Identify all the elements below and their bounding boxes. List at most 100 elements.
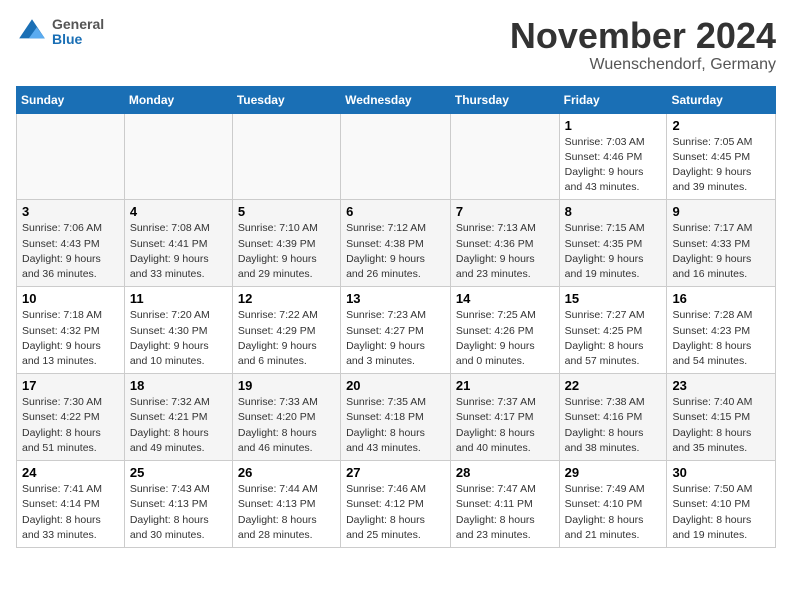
day-info: Sunrise: 7:25 AMSunset: 4:26 PMDaylight:… — [456, 308, 554, 369]
calendar-cell: 13 Sunrise: 7:23 AMSunset: 4:27 PMDayligh… — [341, 287, 451, 374]
day-number: 6 — [346, 204, 445, 219]
day-info: Sunrise: 7:46 AMSunset: 4:12 PMDaylight:… — [346, 482, 445, 543]
calendar-cell: 24Sunrise: 7:41 AMSunset: 4:14 PMDayligh… — [17, 461, 125, 548]
day-info: Sunrise: 7:33 AMSunset: 4:20 PMDaylight:… — [238, 395, 335, 456]
calendar-week-row: 3Sunrise: 7:06 AMSunset: 4:43 PMDaylight… — [17, 200, 776, 287]
day-info: Sunrise: 7:05 AMSunset: 4:45 PMDaylight:… — [672, 135, 770, 196]
day-number: 26 — [238, 465, 335, 480]
weekday-header: Tuesday — [232, 86, 340, 113]
day-info: Sunrise: 7:10 AMSunset: 4:39 PMDaylight:… — [238, 221, 335, 282]
day-info: Sunrise: 7:15 AMSunset: 4:35 PMDaylight:… — [565, 221, 662, 282]
calendar-cell: 30Sunrise: 7:50 AMSunset: 4:10 PMDayligh… — [667, 461, 776, 548]
weekday-header: Friday — [559, 86, 667, 113]
day-info: Sunrise: 7:13 AMSunset: 4:36 PMDaylight:… — [456, 221, 554, 282]
day-number: 13 — [346, 291, 445, 306]
calendar-cell: 8Sunrise: 7:15 AMSunset: 4:35 PMDaylight… — [559, 200, 667, 287]
weekday-header: Thursday — [450, 86, 559, 113]
calendar-cell: 12 Sunrise: 7:22 AMSunset: 4:29 PMDayligh… — [232, 287, 340, 374]
calendar-cell: 2 Sunrise: 7:05 AMSunset: 4:45 PMDaylight… — [667, 113, 776, 200]
day-number: 11 — [130, 291, 227, 306]
calendar-body: 1Sunrise: 7:03 AMSunset: 4:46 PMDaylight… — [17, 113, 776, 547]
weekday-header: Wednesday — [341, 86, 451, 113]
day-number: 20 — [346, 378, 445, 393]
calendar-cell: 3Sunrise: 7:06 AMSunset: 4:43 PMDaylight… — [17, 200, 125, 287]
day-info: Sunrise: 7:20 AMSunset: 4:30 PMDaylight:… — [130, 308, 227, 369]
calendar-cell: 26 Sunrise: 7:44 AMSunset: 4:13 PMDayligh… — [232, 461, 340, 548]
day-number: 2 — [672, 118, 770, 133]
calendar-cell: 21 Sunrise: 7:37 AMSunset: 4:17 PMDayligh… — [450, 374, 559, 461]
calendar-cell: 5 Sunrise: 7:10 AMSunset: 4:39 PMDaylight… — [232, 200, 340, 287]
day-number: 7 — [456, 204, 554, 219]
calendar-table: SundayMondayTuesdayWednesdayThursdayFrid… — [16, 86, 776, 548]
calendar-cell — [450, 113, 559, 200]
calendar-week-row: 1Sunrise: 7:03 AMSunset: 4:46 PMDaylight… — [17, 113, 776, 200]
weekday-header: Saturday — [667, 86, 776, 113]
day-number: 5 — [238, 204, 335, 219]
weekday-header: Monday — [124, 86, 232, 113]
day-info: Sunrise: 7:44 AMSunset: 4:13 PMDaylight:… — [238, 482, 335, 543]
calendar-cell — [341, 113, 451, 200]
day-info: Sunrise: 7:32 AMSunset: 4:21 PMDaylight:… — [130, 395, 227, 456]
day-number: 23 — [672, 378, 770, 393]
day-number: 29 — [565, 465, 662, 480]
day-info: Sunrise: 7:18 AMSunset: 4:32 PMDaylight:… — [22, 308, 119, 369]
page-header: General Blue November 2024 Wuenschendorf… — [16, 16, 776, 74]
calendar-cell: 20Sunrise: 7:35 AMSunset: 4:18 PMDayligh… — [341, 374, 451, 461]
day-info: Sunrise: 7:37 AMSunset: 4:17 PMDaylight:… — [456, 395, 554, 456]
calendar-cell: 23 Sunrise: 7:40 AMSunset: 4:15 PMDayligh… — [667, 374, 776, 461]
calendar-cell: 29Sunrise: 7:49 AMSunset: 4:10 PMDayligh… — [559, 461, 667, 548]
calendar-week-row: 24Sunrise: 7:41 AMSunset: 4:14 PMDayligh… — [17, 461, 776, 548]
weekday-header: Sunday — [17, 86, 125, 113]
calendar-cell: 18 Sunrise: 7:32 AMSunset: 4:21 PMDayligh… — [124, 374, 232, 461]
month-title: November 2024 — [510, 16, 776, 56]
calendar-cell: 22Sunrise: 7:38 AMSunset: 4:16 PMDayligh… — [559, 374, 667, 461]
day-info: Sunrise: 7:30 AMSunset: 4:22 PMDaylight:… — [22, 395, 119, 456]
day-number: 15 — [565, 291, 662, 306]
calendar-cell: 15Sunrise: 7:27 AMSunset: 4:25 PMDayligh… — [559, 287, 667, 374]
day-number: 19 — [238, 378, 335, 393]
day-info: Sunrise: 7:22 AMSunset: 4:29 PMDaylight:… — [238, 308, 335, 369]
logo-icon — [16, 16, 48, 48]
day-info: Sunrise: 7:28 AMSunset: 4:23 PMDaylight:… — [672, 308, 770, 369]
calendar-cell: 17 Sunrise: 7:30 AMSunset: 4:22 PMDayligh… — [17, 374, 125, 461]
calendar-cell: 16 Sunrise: 7:28 AMSunset: 4:23 PMDayligh… — [667, 287, 776, 374]
logo: General Blue — [16, 16, 104, 48]
calendar-cell: 14Sunrise: 7:25 AMSunset: 4:26 PMDayligh… — [450, 287, 559, 374]
calendar-cell: 10 Sunrise: 7:18 AMSunset: 4:32 PMDayligh… — [17, 287, 125, 374]
day-number: 28 — [456, 465, 554, 480]
day-info: Sunrise: 7:23 AMSunset: 4:27 PMDaylight:… — [346, 308, 445, 369]
day-number: 27 — [346, 465, 445, 480]
calendar-cell: 11 Sunrise: 7:20 AMSunset: 4:30 PMDayligh… — [124, 287, 232, 374]
day-info: Sunrise: 7:17 AMSunset: 4:33 PMDaylight:… — [672, 221, 770, 282]
day-info: Sunrise: 7:03 AMSunset: 4:46 PMDaylight:… — [565, 135, 662, 196]
day-number: 25 — [130, 465, 227, 480]
location: Wuenschendorf, Germany — [510, 56, 776, 74]
day-info: Sunrise: 7:40 AMSunset: 4:15 PMDaylight:… — [672, 395, 770, 456]
logo-line1: General — [52, 17, 104, 32]
day-number: 24 — [22, 465, 119, 480]
calendar-cell: 1Sunrise: 7:03 AMSunset: 4:46 PMDaylight… — [559, 113, 667, 200]
calendar-cell: 27 Sunrise: 7:46 AMSunset: 4:12 PMDayligh… — [341, 461, 451, 548]
calendar-cell: 19 Sunrise: 7:33 AMSunset: 4:20 PMDayligh… — [232, 374, 340, 461]
day-info: Sunrise: 7:08 AMSunset: 4:41 PMDaylight:… — [130, 221, 227, 282]
calendar-cell: 28 Sunrise: 7:47 AMSunset: 4:11 PMDayligh… — [450, 461, 559, 548]
day-number: 18 — [130, 378, 227, 393]
day-info: Sunrise: 7:12 AMSunset: 4:38 PMDaylight:… — [346, 221, 445, 282]
calendar-cell: 9 Sunrise: 7:17 AMSunset: 4:33 PMDaylight… — [667, 200, 776, 287]
calendar-week-row: 10 Sunrise: 7:18 AMSunset: 4:32 PMDayligh… — [17, 287, 776, 374]
calendar-cell: 6 Sunrise: 7:12 AMSunset: 4:38 PMDaylight… — [341, 200, 451, 287]
day-number: 3 — [22, 204, 119, 219]
day-number: 17 — [22, 378, 119, 393]
day-number: 12 — [238, 291, 335, 306]
day-info: Sunrise: 7:47 AMSunset: 4:11 PMDaylight:… — [456, 482, 554, 543]
logo-text: General Blue — [52, 17, 104, 48]
day-number: 10 — [22, 291, 119, 306]
day-number: 21 — [456, 378, 554, 393]
calendar-cell: 25Sunrise: 7:43 AMSunset: 4:13 PMDayligh… — [124, 461, 232, 548]
logo-line2: Blue — [52, 32, 104, 47]
day-number: 16 — [672, 291, 770, 306]
day-number: 9 — [672, 204, 770, 219]
day-number: 22 — [565, 378, 662, 393]
calendar-cell — [232, 113, 340, 200]
day-number: 4 — [130, 204, 227, 219]
